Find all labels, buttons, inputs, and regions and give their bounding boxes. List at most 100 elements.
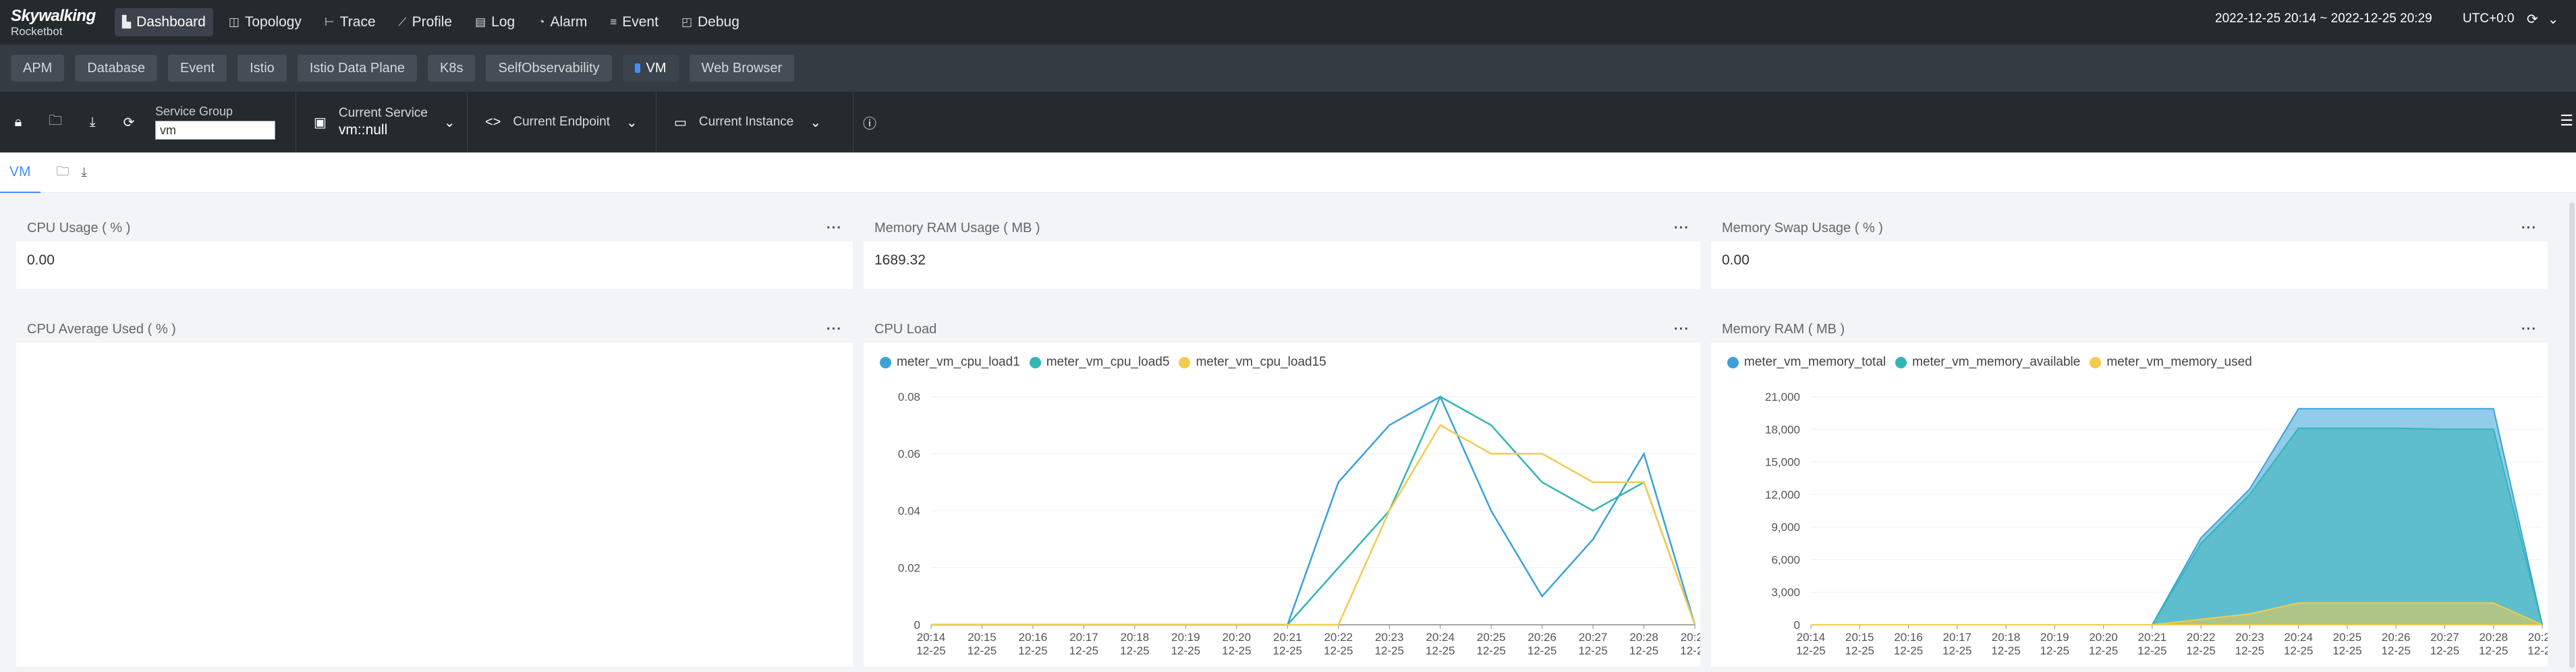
layer-label: K8s [440, 60, 464, 76]
x-tick-label: 20:17 [1943, 631, 1972, 644]
x-tick-label: 20:29 [2528, 631, 2548, 644]
refresh-icon[interactable]: ⟳ [2527, 11, 2538, 28]
widget-title: CPU Average Used ( % ) [27, 321, 176, 337]
endpoint-selector[interactable]: <> Current Endpoint ⌄ [467, 92, 656, 152]
service-group-label: Service Group [155, 105, 233, 118]
layer-button-selfobservability[interactable]: SelfObservability [486, 55, 612, 82]
layer-button-k8s[interactable]: K8s [428, 55, 476, 82]
more-icon[interactable]: ··· [2521, 322, 2537, 337]
code-icon: <> [485, 114, 501, 130]
scrollbar[interactable] [2569, 202, 2575, 668]
layer-button-istio[interactable]: Istio [237, 55, 287, 82]
download-icon[interactable]: ⤓ [82, 165, 87, 180]
x-tick-label: 12-25 [2527, 644, 2548, 657]
y-tick-label: 0.08 [898, 391, 920, 403]
x-tick-label: 20:18 [1992, 631, 2021, 644]
legend-dot-icon [1179, 356, 1191, 368]
layer-button-apm[interactable]: APM [11, 55, 65, 82]
legend-item[interactable]: meter_vm_cpu_load15 [1179, 355, 1326, 370]
x-tick-label: 20:16 [1894, 631, 1923, 644]
time-range[interactable]: 2022-12-25 20:14 ~ 2022-12-25 20:29 [2215, 11, 2432, 26]
nav-item-log[interactable]: ▤ Log [468, 8, 522, 36]
x-tick-label: 20:15 [968, 631, 997, 644]
legend-item[interactable]: meter_vm_memory_available [1895, 355, 2080, 370]
folder-icon[interactable]: 🗀 [57, 162, 69, 184]
x-tick-label: 20:23 [1375, 631, 1404, 644]
x-tick-label: 20:26 [2382, 631, 2411, 644]
legend-label: meter_vm_cpu_load15 [1196, 355, 1326, 369]
x-tick-label: 20:26 [1528, 631, 1557, 644]
layer-button-database[interactable]: Database [75, 55, 157, 82]
nav-item-topology[interactable]: ◫ Topology [221, 8, 309, 36]
folder-icon[interactable]: 🗀 [36, 111, 74, 134]
more-icon[interactable]: ··· [1674, 322, 1689, 337]
legend-dot-icon [1029, 356, 1041, 368]
x-tick-label: 20:22 [1324, 631, 1353, 644]
widget-memory-ram: Memory RAM ( MB ) ··· meter_vm_memory_tot… [1711, 316, 2557, 667]
x-tick-label: 12-25 [1845, 644, 1874, 657]
x-tick-label: 12-25 [2430, 644, 2459, 657]
layer-button-istio-data-plane[interactable]: Istio Data Plane [297, 55, 418, 82]
service-label: Current Service [338, 106, 428, 120]
x-tick-label: 12-25 [1069, 644, 1098, 657]
event-icon: ≡ [610, 16, 617, 28]
x-tick-label: 12-25 [1426, 644, 1455, 657]
lock-icon[interactable]: 🔒︎ [0, 115, 36, 130]
widget-cpu-load: CPU Load ··· meter_vm_cpu_load1 meter_vm_c… [864, 316, 1710, 667]
sidebar-toggle-icon[interactable]: ☰ [2560, 112, 2573, 130]
service-group-input[interactable] [155, 121, 275, 140]
layer-button-web-browser[interactable]: Web Browser [689, 55, 795, 82]
nav-item-event[interactable]: ≡ Event [603, 8, 666, 36]
y-tick-label: 0.04 [898, 505, 920, 517]
instance-label: Current Instance [698, 115, 794, 129]
x-tick-label: 12-25 [2479, 644, 2508, 657]
nav-item-profile[interactable]: ⟋ Profile [391, 8, 459, 36]
alarm-icon: ◔ [538, 16, 545, 28]
more-icon[interactable]: ··· [2521, 221, 2537, 236]
nav-label: Log [491, 14, 515, 30]
timezone[interactable]: UTC+0:0 [2463, 11, 2515, 26]
legend-item[interactable]: meter_vm_memory_total [1727, 355, 1886, 370]
legend-label: meter_vm_memory_available [1912, 355, 2081, 369]
more-icon[interactable]: ··· [827, 221, 842, 236]
nav-item-debug[interactable]: ◰ Debug [674, 8, 747, 36]
nav-label: Dashboard [136, 14, 206, 30]
x-tick-label: 12-25 [1120, 644, 1149, 657]
legend-item[interactable]: meter_vm_memory_used [2090, 355, 2252, 370]
info-button[interactable]: ⓘ [853, 92, 893, 152]
service-selector[interactable]: ▣ Current Service vm::null ⌄ [296, 92, 467, 152]
x-tick-label: 12-25 [1629, 644, 1658, 657]
nav-item-trace[interactable]: ⊢ Trace [317, 8, 383, 36]
layer-label: Istio Data Plane [309, 60, 405, 76]
widget-title: CPU Load [874, 321, 937, 337]
x-tick-label: 12-25 [2089, 644, 2118, 657]
layer-label: VM [646, 60, 667, 76]
chevron-down-icon[interactable]: ⌄ [2548, 11, 2559, 28]
instance-selector[interactable]: ▭ Current Instance ⌄ [656, 92, 853, 152]
y-tick-label: 0.02 [898, 562, 920, 575]
legend-item[interactable]: meter_vm_cpu_load1 [880, 355, 1020, 370]
x-tick-label: 20:25 [2333, 631, 2362, 644]
x-tick-label: 12-25 [1680, 644, 1700, 657]
layer-button-event[interactable]: Event [167, 55, 227, 82]
x-tick-label: 20:14 [1797, 631, 1826, 644]
layer-button-vm[interactable]: VM [622, 55, 679, 82]
nav-label: Topology [244, 14, 302, 30]
x-tick-label: 20:16 [1019, 631, 1048, 644]
x-tick-label: 20:25 [1477, 631, 1506, 644]
widget-title: Memory RAM ( MB ) [1722, 321, 1845, 337]
x-tick-label: 20:27 [1579, 631, 1608, 644]
more-icon[interactable]: ··· [827, 322, 842, 337]
nav-item-dashboard[interactable]: ▙ Dashboard [115, 8, 213, 36]
tab-bar: VM 🗀 ⤓ [0, 152, 2576, 193]
tab-vm[interactable]: VM [0, 152, 40, 193]
x-tick-label: 12-25 [1222, 644, 1251, 657]
legend-item[interactable]: meter_vm_cpu_load5 [1029, 355, 1169, 370]
main-nav: ▙ Dashboard ◫ Topology ⊢ Trace ⟋ Profile ▤ Log ◔ Al… [115, 0, 755, 45]
refresh-icon[interactable]: ⟳ [111, 114, 147, 131]
more-icon[interactable]: ··· [1674, 221, 1689, 236]
download-icon[interactable]: ⤓ [74, 115, 111, 130]
chart-legend: meter_vm_memory_total meter_vm_memory_ava… [1711, 343, 2548, 370]
widget-cpu-usage: CPU Usage ( % ) ··· 0.00 [16, 215, 853, 289]
nav-item-alarm[interactable]: ◔ Alarm [530, 8, 594, 36]
